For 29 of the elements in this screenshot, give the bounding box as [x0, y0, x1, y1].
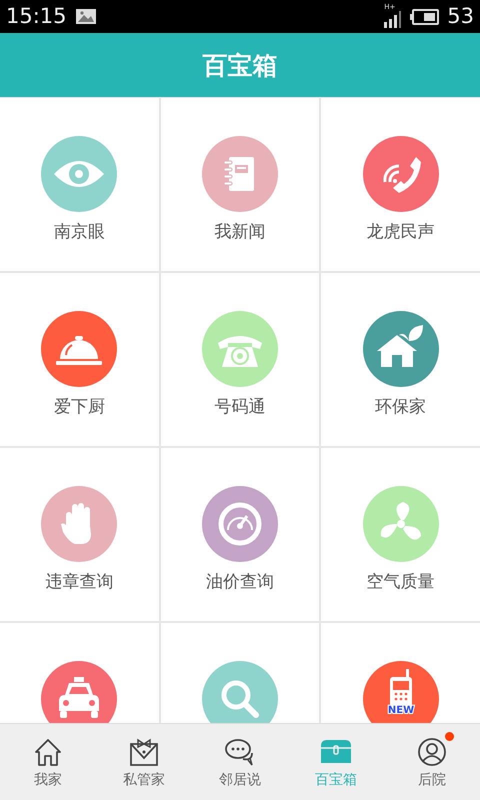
- tile-label: 号码通: [214, 396, 266, 418]
- fan-icon[interactable]: [362, 486, 439, 562]
- clock-time: 15:15: [6, 6, 67, 27]
- tile-label: 油价查询: [206, 571, 274, 593]
- tile-label: 爱下厨: [54, 396, 105, 418]
- hand-icon[interactable]: [41, 486, 118, 562]
- battery-percent: 53: [447, 6, 474, 27]
- battery-icon: [410, 8, 440, 24]
- image-icon: [74, 7, 97, 26]
- tile-label: 龙虎民声: [366, 221, 435, 243]
- tile-label: 南京眼: [54, 221, 105, 243]
- eye-icon[interactable]: [41, 136, 118, 212]
- house-leaf-icon[interactable]: [362, 311, 439, 387]
- tab-label[interactable]: 后院: [418, 770, 446, 788]
- phone-waves-icon[interactable]: [362, 136, 439, 212]
- tile-label: 我新闻: [214, 221, 266, 243]
- tile-label: 空气质量: [366, 571, 435, 593]
- signal-icon: [384, 10, 402, 28]
- cloche-icon[interactable]: [41, 311, 118, 387]
- tab-label[interactable]: 私管家: [123, 770, 165, 788]
- tile-label: 环保家: [375, 396, 426, 418]
- tab-label[interactable]: 我家: [34, 770, 62, 788]
- rotary-phone-icon[interactable]: [202, 311, 278, 387]
- page-title: 百宝箱: [202, 50, 278, 82]
- gauge-icon[interactable]: [202, 486, 278, 562]
- tile-label: 违章查询: [45, 571, 114, 593]
- tab-label[interactable]: 邻居说: [219, 770, 261, 788]
- search-icon[interactable]: [202, 661, 278, 723]
- notebook-icon[interactable]: [202, 136, 278, 212]
